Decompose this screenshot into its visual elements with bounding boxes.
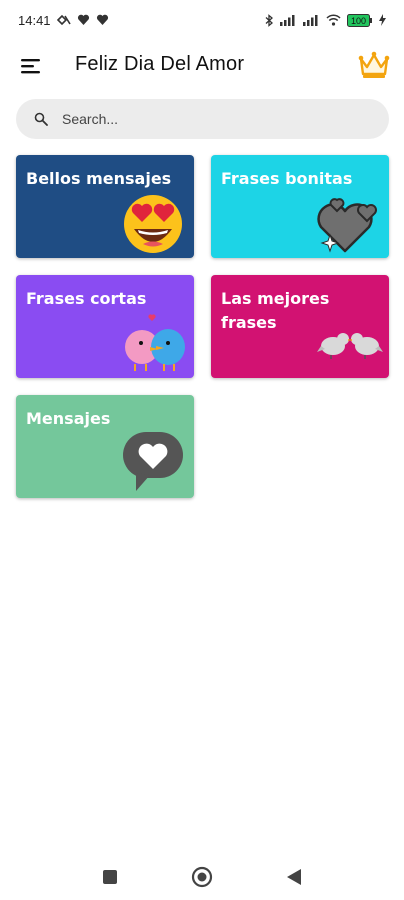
heart-notification-icon — [77, 14, 90, 26]
home-button[interactable] — [191, 866, 213, 888]
status-bar: 14:41 100 — [0, 0, 404, 40]
crown-icon — [358, 51, 390, 78]
signal-icon — [280, 14, 297, 26]
category-label: Mensajes — [26, 409, 111, 428]
menu-button[interactable] — [18, 53, 44, 79]
hearts-sticker-icon — [317, 198, 377, 253]
menu-icon — [21, 59, 40, 74]
notification-icon — [56, 14, 71, 26]
kissing-birds-icon — [317, 333, 383, 359]
category-card-mensajes[interactable]: Mensajes — [16, 395, 194, 498]
premium-crown-button[interactable] — [358, 50, 390, 82]
signal-icon-2 — [303, 14, 320, 26]
back-button[interactable] — [283, 866, 305, 888]
search-icon — [34, 112, 48, 126]
search-input[interactable] — [62, 111, 342, 127]
back-triangle-icon — [287, 869, 301, 885]
recents-square-icon — [103, 870, 117, 884]
battery-level: 100 — [351, 16, 366, 26]
heart-notification-icon-2 — [96, 14, 109, 26]
category-card-las-mejores-frases[interactable]: Las mejores frases — [211, 275, 389, 378]
recents-button[interactable] — [99, 866, 121, 888]
search-bar[interactable] — [16, 99, 389, 139]
category-label: Frases bonitas — [221, 169, 353, 188]
charging-icon — [379, 14, 386, 26]
bluetooth-icon — [265, 13, 274, 27]
status-time: 14:41 — [18, 12, 51, 28]
category-card-frases-bonitas[interactable]: Frases bonitas — [211, 155, 389, 258]
category-card-frases-cortas[interactable]: Frases cortas — [16, 275, 194, 378]
status-right: 100 — [265, 13, 386, 27]
status-left: 14:41 — [18, 13, 109, 28]
app-title: Feliz Dia Del Amor — [75, 53, 245, 75]
system-navigation-bar — [0, 852, 404, 900]
app-bar: Feliz Dia Del Amor — [0, 44, 404, 88]
category-card-bellos-mensajes[interactable]: Bellos mensajes — [16, 155, 194, 258]
home-circle-icon — [191, 866, 213, 888]
category-label: Frases cortas — [26, 289, 147, 308]
lovebirds-icon — [125, 314, 185, 371]
battery-icon: 100 — [347, 13, 373, 27]
heart-speech-bubble-icon — [123, 432, 183, 491]
wifi-icon — [326, 14, 341, 26]
category-label: Bellos mensajes — [26, 169, 172, 188]
heart-eyes-emoji-icon — [124, 195, 182, 253]
